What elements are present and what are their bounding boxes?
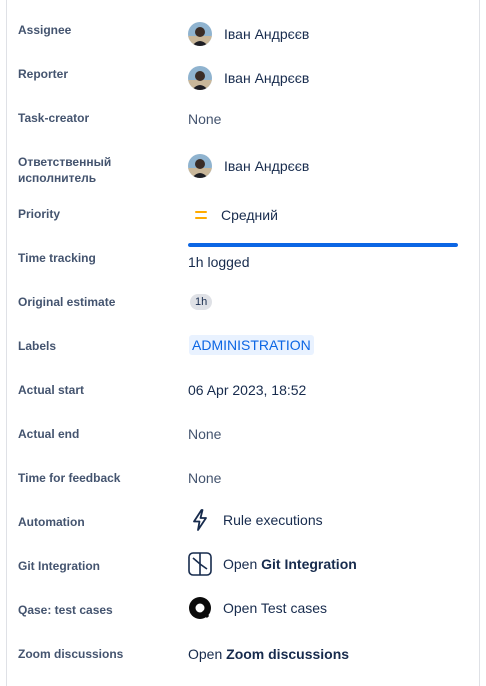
time-logged-text: 1h logged [188,254,250,270]
avatar [188,22,212,46]
field-label-actual-end: Actual end [18,427,80,441]
time-tracking-bar[interactable] [188,243,458,247]
field-label-automation: Automation [18,515,85,529]
zoom-bold: Zoom discussions [226,646,350,662]
field-label-original-estimate: Original estimate [18,295,116,309]
field-label-labels: Labels [18,339,57,353]
field-label-responsible: Ответственный исполнитель [18,155,112,185]
field-label-priority: Priority [18,207,61,221]
lightning-icon [193,509,207,531]
git-prefix: Open [223,556,262,572]
actual-start-value[interactable]: 06 Apr 2023, 18:52 [188,380,306,400]
priority-value[interactable]: Средний [188,205,278,225]
time-tracking-fill [188,243,458,247]
estimate-badge: 1h [190,294,213,310]
qase-link[interactable]: Open Test cases [188,596,327,620]
automation-text: Rule executions [223,512,323,528]
zoom-prefix: Open [188,646,227,662]
avatar [188,154,212,178]
actual-end-value[interactable]: None [188,424,221,444]
labels-value[interactable]: ADMINISTRATION [189,335,314,355]
responsible-name: Іван Андрєєв [224,158,310,174]
git-bold: Git Integration [261,556,357,572]
reporter-value[interactable]: Іван Андрєєв [188,66,309,90]
responsible-value[interactable]: Іван Андрєєв [188,154,309,178]
time-for-feedback-value[interactable]: None [188,468,221,488]
avatar [188,66,212,90]
field-label-actual-start: Actual start [18,383,85,397]
qase-text: Open Test cases [223,600,328,616]
assignee-name: Іван Андрєєв [224,26,310,42]
field-label-time-tracking: Time tracking [18,251,96,265]
zoom-link[interactable]: Open Zoom discussions [188,644,349,664]
field-label-qase: Qase: test cases [18,603,113,617]
field-label-task-creator: Task-creator [18,111,90,125]
task-creator-value[interactable]: None [188,109,221,129]
git-integration-icon [188,552,212,576]
field-label-time-for-feedback: Time for feedback [18,471,121,485]
field-label-zoom: Zoom discussions [18,647,124,661]
label-tag[interactable]: ADMINISTRATION [189,335,314,355]
priority-medium-icon [195,211,207,219]
field-label-assignee: Assignee [18,23,72,37]
reporter-name: Іван Андрєєв [224,70,310,86]
priority-text: Средний [221,207,278,223]
assignee-value[interactable]: Іван Андрєєв [188,22,309,46]
automation-link[interactable]: Rule executions [188,508,323,532]
field-label-reporter: Reporter [18,67,69,81]
details-panel: Assignee Іван Андрєєв Reporter Іван Андр… [6,0,480,686]
qase-icon [189,597,211,619]
original-estimate-value[interactable]: 1h [190,294,213,310]
git-integration-link[interactable]: Open Git Integration [188,552,357,576]
field-label-git-integration: Git Integration [18,559,100,573]
